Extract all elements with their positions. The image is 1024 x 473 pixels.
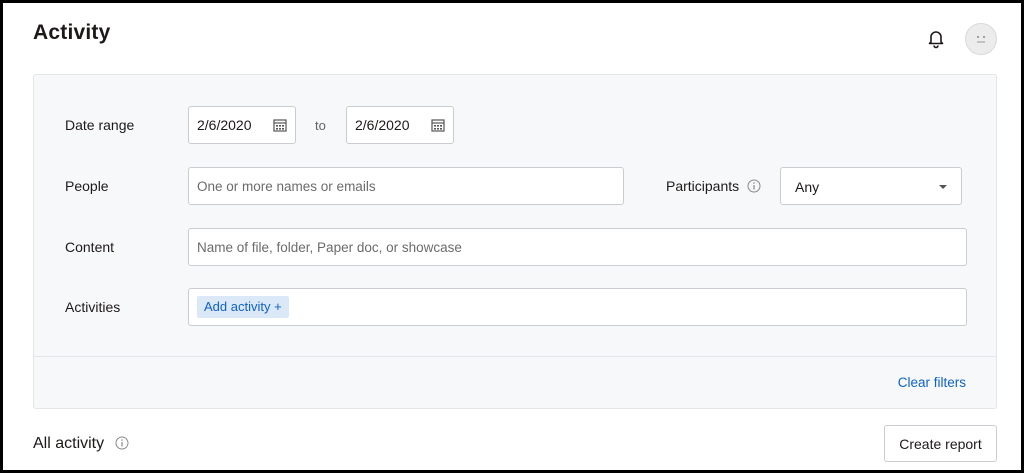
chevron-down-icon bbox=[939, 185, 947, 189]
activities-label: Activities bbox=[65, 299, 121, 315]
bell-icon[interactable] bbox=[925, 27, 947, 49]
panel-divider bbox=[34, 356, 996, 357]
page-title: Activity bbox=[33, 21, 111, 44]
date-to-field[interactable]: 2/6/2020 bbox=[346, 106, 454, 144]
date-to-value: 2/6/2020 bbox=[355, 117, 410, 133]
content-field bbox=[188, 228, 967, 266]
people-label: People bbox=[65, 178, 109, 194]
add-activity-button[interactable]: Add activity + bbox=[197, 296, 289, 318]
calendar-icon[interactable] bbox=[431, 118, 445, 132]
date-from-field[interactable]: 2/6/2020 bbox=[188, 106, 296, 144]
date-from-value: 2/6/2020 bbox=[197, 117, 252, 133]
content-input[interactable] bbox=[189, 229, 966, 265]
participants-label: Participants bbox=[666, 178, 740, 194]
all-activity-label: All activity bbox=[33, 435, 105, 452]
clear-filters-link[interactable]: Clear filters bbox=[898, 375, 966, 390]
participants-value: Any bbox=[795, 179, 820, 195]
avatar[interactable] bbox=[965, 23, 997, 55]
people-input[interactable] bbox=[189, 168, 623, 204]
date-separator: to bbox=[315, 118, 326, 133]
activities-field[interactable]: Add activity + bbox=[188, 288, 967, 326]
info-icon[interactable] bbox=[115, 436, 129, 450]
calendar-icon[interactable] bbox=[273, 118, 287, 132]
people-field bbox=[188, 167, 624, 205]
filter-panel: Date range 2/6/2020 to 2/6/2020 People P… bbox=[33, 74, 997, 409]
participants-select[interactable]: Any bbox=[780, 167, 962, 205]
info-icon[interactable] bbox=[747, 179, 761, 193]
date-range-label: Date range bbox=[65, 117, 135, 133]
create-report-button[interactable]: Create report bbox=[884, 425, 997, 462]
avatar-icon bbox=[977, 36, 985, 43]
section-title: All activity bbox=[33, 435, 104, 453]
content-label: Content bbox=[65, 239, 115, 255]
